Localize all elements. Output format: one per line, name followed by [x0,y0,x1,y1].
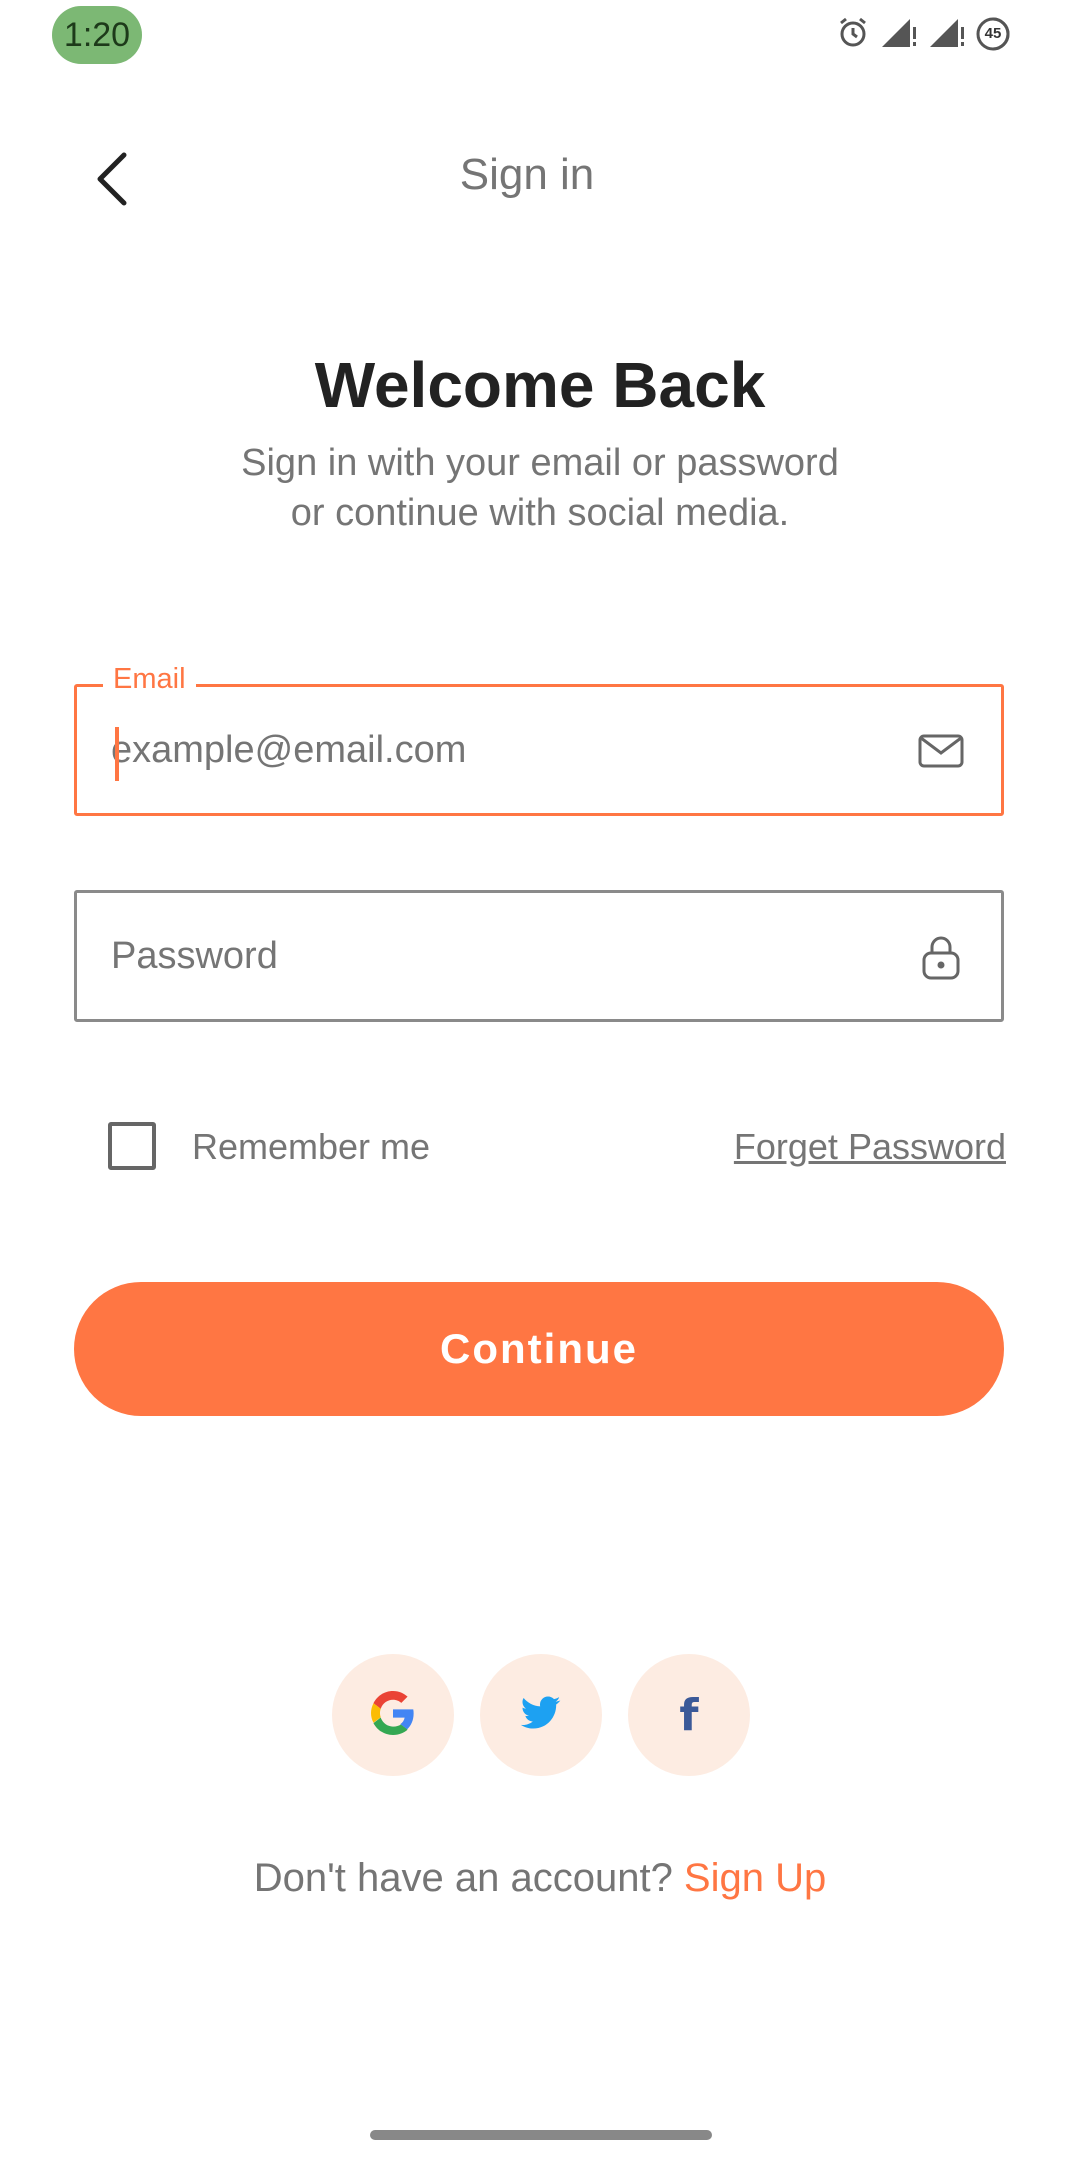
status-time: 1:20 [52,6,142,64]
password-field[interactable] [74,890,1004,1022]
continue-button[interactable]: Continue [74,1282,1004,1416]
signal-icon [928,15,966,54]
home-indicator[interactable] [370,2130,712,2140]
welcome-subtitle-line1: Sign in with your email or password [241,442,839,484]
remember-label: Remember me [192,1126,431,1167]
email-field[interactable]: Email [74,663,1004,816]
battery-level: 45 [984,25,1002,42]
signup-row: Don't have an account? Sign Up [0,1856,1080,1901]
battery-icon: 45 [976,17,1010,51]
forgot-password-link[interactable]: Forget Password [734,1126,1006,1168]
page-title: Sign in [459,150,595,199]
welcome-subtitle: Sign in with your email or password or c… [140,438,940,538]
signup-prompt: Don't have an account? [253,1856,684,1900]
remember-checkbox[interactable] [108,1122,156,1170]
welcome-subtitle-line2: or continue with social media. [290,492,790,534]
facebook-icon: f [679,1689,699,1741]
google-icon [371,1690,415,1740]
welcome-title: Welcome Back [314,349,766,421]
status-icons: 45 [836,14,1010,54]
text-caret [115,727,119,781]
twitter-button[interactable] [480,1654,602,1776]
twitter-icon [520,1696,561,1735]
email-input[interactable] [111,687,891,813]
signal-icon [880,15,918,54]
mail-icon [915,725,967,777]
google-button[interactable] [332,1654,454,1776]
lock-icon [915,931,967,983]
signup-link[interactable]: Sign Up [684,1856,826,1900]
facebook-button[interactable]: f [628,1654,750,1776]
alarm-icon [836,15,870,54]
password-input[interactable] [111,893,891,1019]
